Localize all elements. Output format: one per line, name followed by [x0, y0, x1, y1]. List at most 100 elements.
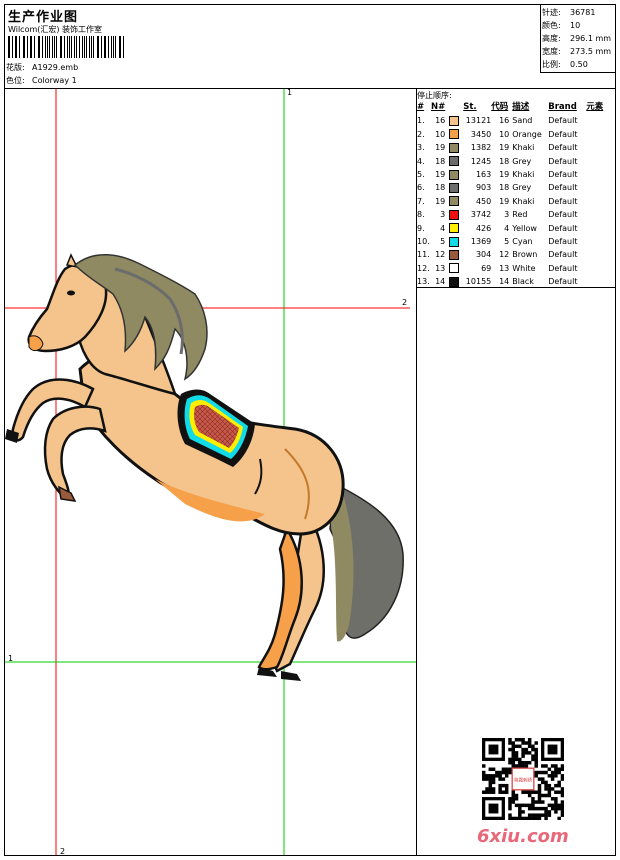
qr-module [537, 800, 542, 804]
qr-module [511, 741, 515, 745]
row-brand: Default [548, 183, 578, 193]
qr-module [514, 803, 519, 808]
qr-module [560, 810, 564, 814]
watermark-logo: 6xiu.com [477, 826, 569, 847]
qr-module [531, 790, 535, 794]
qr-module [491, 777, 496, 781]
row-description: Brown [512, 250, 538, 260]
qr-module [541, 800, 545, 804]
qr-module [557, 803, 561, 808]
front-leg-lower [43, 405, 107, 501]
row-code: 4 [504, 223, 510, 233]
col-number: # [417, 102, 425, 112]
qr-module [518, 738, 522, 742]
qr-module [521, 741, 525, 745]
qr-module [557, 770, 561, 775]
row-needle: 19 [435, 196, 446, 206]
qr-module [514, 793, 519, 798]
row-stitches: 903 [475, 183, 492, 193]
qr-module [514, 744, 519, 749]
qr-module [541, 770, 545, 775]
row-brand: Default [548, 129, 578, 139]
qr-finder [547, 744, 558, 755]
barcode-bar [68, 36, 70, 58]
qr-module [531, 797, 535, 801]
qr-module [501, 777, 506, 781]
stats-block: 针迹: 36781 颜色: 10 高度: 296.1 mm 宽度: 273.5 mm 比… [542, 6, 611, 71]
qr-module [521, 760, 525, 765]
row-stitches: 163 [475, 170, 492, 180]
qr-module [527, 760, 532, 765]
guide-marker-top: 1 [287, 88, 293, 97]
colorway-label: 色位: [6, 76, 25, 85]
qr-module [547, 774, 552, 778]
qr-module [524, 803, 529, 808]
qr-module [544, 764, 548, 768]
qr-module [541, 764, 545, 768]
row-brand: Default [548, 156, 578, 166]
qr-module [531, 800, 535, 804]
qr-module [491, 780, 496, 785]
color-row: 11. 12 304 12 Brown Default [417, 248, 603, 261]
qr-module [498, 790, 502, 794]
barcode-bar [112, 36, 114, 58]
company-name: Wilcom(汇宏) 装饰工作室 [8, 25, 103, 34]
table-bottom-rule [416, 287, 615, 288]
qr-module [504, 770, 509, 775]
qr-module [527, 744, 532, 749]
qr-seal-text: 晓霞刺绣 [514, 776, 532, 783]
col-element: 元素 [586, 102, 604, 112]
color-swatch [449, 263, 460, 274]
qr-module [482, 777, 486, 781]
qr-module [531, 757, 535, 762]
design-canvas [5, 89, 416, 855]
row-brand: Default [548, 170, 578, 180]
qr-module [495, 774, 499, 778]
color-row: 8. 3 3742 3 Red Default [417, 208, 603, 221]
row-description: Cyan [512, 237, 533, 247]
stat-stitches: 针迹: 36781 [542, 8, 596, 17]
qr-module [547, 793, 552, 798]
color-swatch [449, 196, 460, 207]
row-stitches: 304 [475, 250, 492, 260]
color-swatch [449, 182, 460, 193]
row-needle: 19 [435, 143, 446, 153]
qr-module [550, 777, 555, 781]
qr-module [537, 797, 542, 801]
qr-module [488, 767, 493, 771]
qr-module [547, 813, 552, 817]
qr-module [554, 797, 558, 801]
qr-module [521, 754, 525, 758]
qr-module [518, 813, 522, 817]
barcode-bar [9, 36, 10, 58]
row-code: 16 [499, 116, 510, 126]
row-needle: 12 [435, 250, 446, 260]
barcode-bar [59, 36, 61, 58]
color-swatch [449, 115, 460, 126]
row-number: 7. [417, 196, 425, 206]
qr-module [531, 744, 535, 749]
row-code: 19 [499, 170, 510, 180]
qr-module [534, 774, 538, 778]
qr-module [534, 747, 538, 752]
row-needle: 19 [435, 170, 446, 180]
qr-module [531, 813, 535, 817]
row-brand: Default [548, 250, 578, 260]
qr-module [504, 774, 509, 778]
qr-module [544, 780, 548, 785]
qr-module [537, 787, 542, 791]
qr-module [544, 810, 548, 814]
row-number: 1. [417, 116, 425, 126]
qr-module [560, 800, 564, 804]
row-stitches: 1382 [470, 143, 492, 153]
row-stitches: 426 [475, 223, 492, 233]
qr-module [544, 770, 548, 775]
qr-module [514, 816, 519, 820]
barcode-bar [22, 36, 24, 58]
qr-module [488, 783, 493, 788]
color-table-body: 1. 16 13121 16 Sand Default 2. 10 3450 10 Orange De… [417, 114, 603, 288]
row-number: 5. [417, 170, 425, 180]
qr-module [541, 813, 545, 817]
qr-module [501, 783, 506, 788]
qr-module [534, 760, 538, 765]
